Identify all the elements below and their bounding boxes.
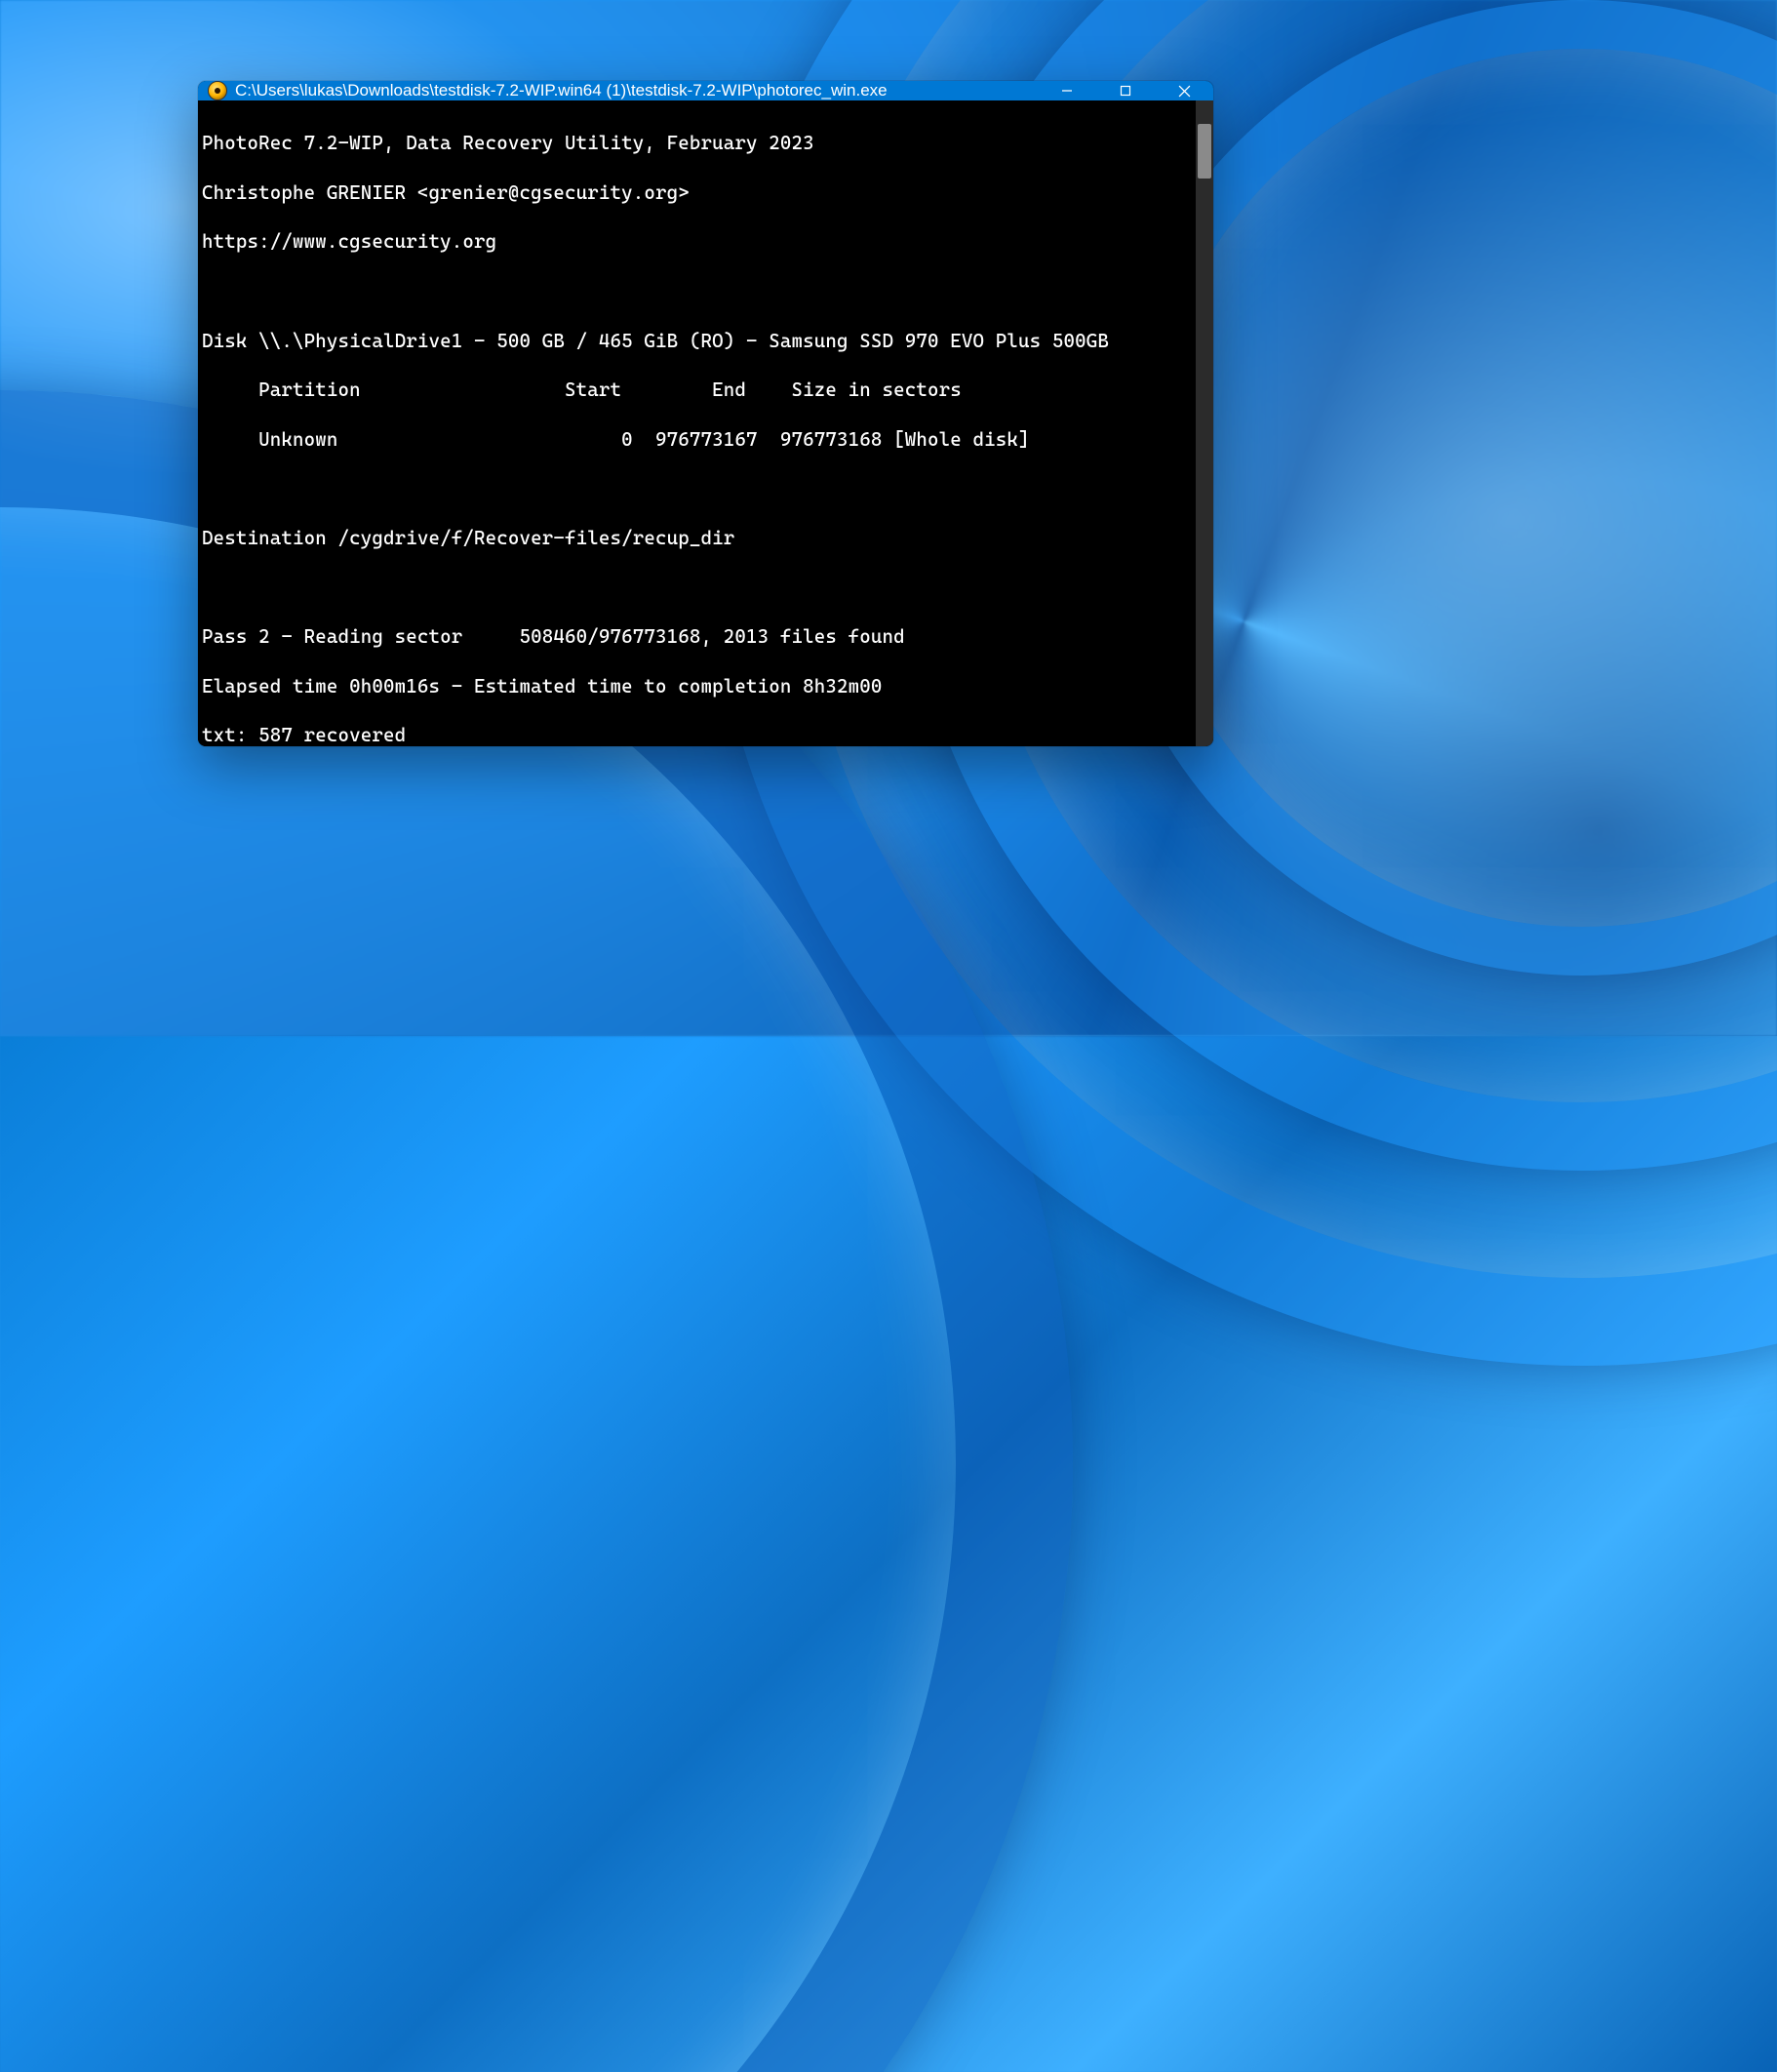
window-titlebar[interactable]: C:\Users\lukas\Downloads\testdisk-7.2-WI… <box>198 81 1213 100</box>
blank-line <box>202 576 1192 600</box>
window-controls <box>1038 81 1213 100</box>
url-line: https://www.cgsecurity.org <box>202 229 1192 254</box>
partition-row-line: Unknown 0 976773167 976773168 [Whole dis… <box>202 427 1192 452</box>
console-area: PhotoRec 7.2-WIP, Data Recovery Utility,… <box>198 100 1213 746</box>
disk-info-line: Disk \\.\PhysicalDrive1 - 500 GB / 465 G… <box>202 329 1192 353</box>
maximize-button[interactable] <box>1096 81 1155 100</box>
vertical-scrollbar[interactable] <box>1196 100 1213 746</box>
recovered-txt-line: txt: 587 recovered <box>202 723 1192 746</box>
blank-line <box>202 476 1192 500</box>
author-line: Christophe GRENIER <grenier@cgsecurity.o… <box>202 180 1192 205</box>
photorec-console-window: C:\Users\lukas\Downloads\testdisk-7.2-WI… <box>198 81 1213 746</box>
window-title: C:\Users\lukas\Downloads\testdisk-7.2-WI… <box>235 81 1038 100</box>
minimize-button[interactable] <box>1038 81 1096 100</box>
app-version-line: PhotoRec 7.2-WIP, Data Recovery Utility,… <box>202 131 1192 155</box>
destination-line: Destination /cygdrive/f/Recover-files/re… <box>202 526 1192 550</box>
elapsed-time-line: Elapsed time 0h00m16s - Estimated time t… <box>202 674 1192 698</box>
pass-progress-line: Pass 2 - Reading sector 508460/976773168… <box>202 624 1192 649</box>
blank-line <box>202 279 1192 303</box>
partition-header-line: Partition Start End Size in sectors <box>202 378 1192 402</box>
close-button[interactable] <box>1155 81 1213 100</box>
app-icon <box>208 81 227 100</box>
scrollbar-thumb[interactable] <box>1198 124 1211 179</box>
console-output: PhotoRec 7.2-WIP, Data Recovery Utility,… <box>198 100 1196 746</box>
